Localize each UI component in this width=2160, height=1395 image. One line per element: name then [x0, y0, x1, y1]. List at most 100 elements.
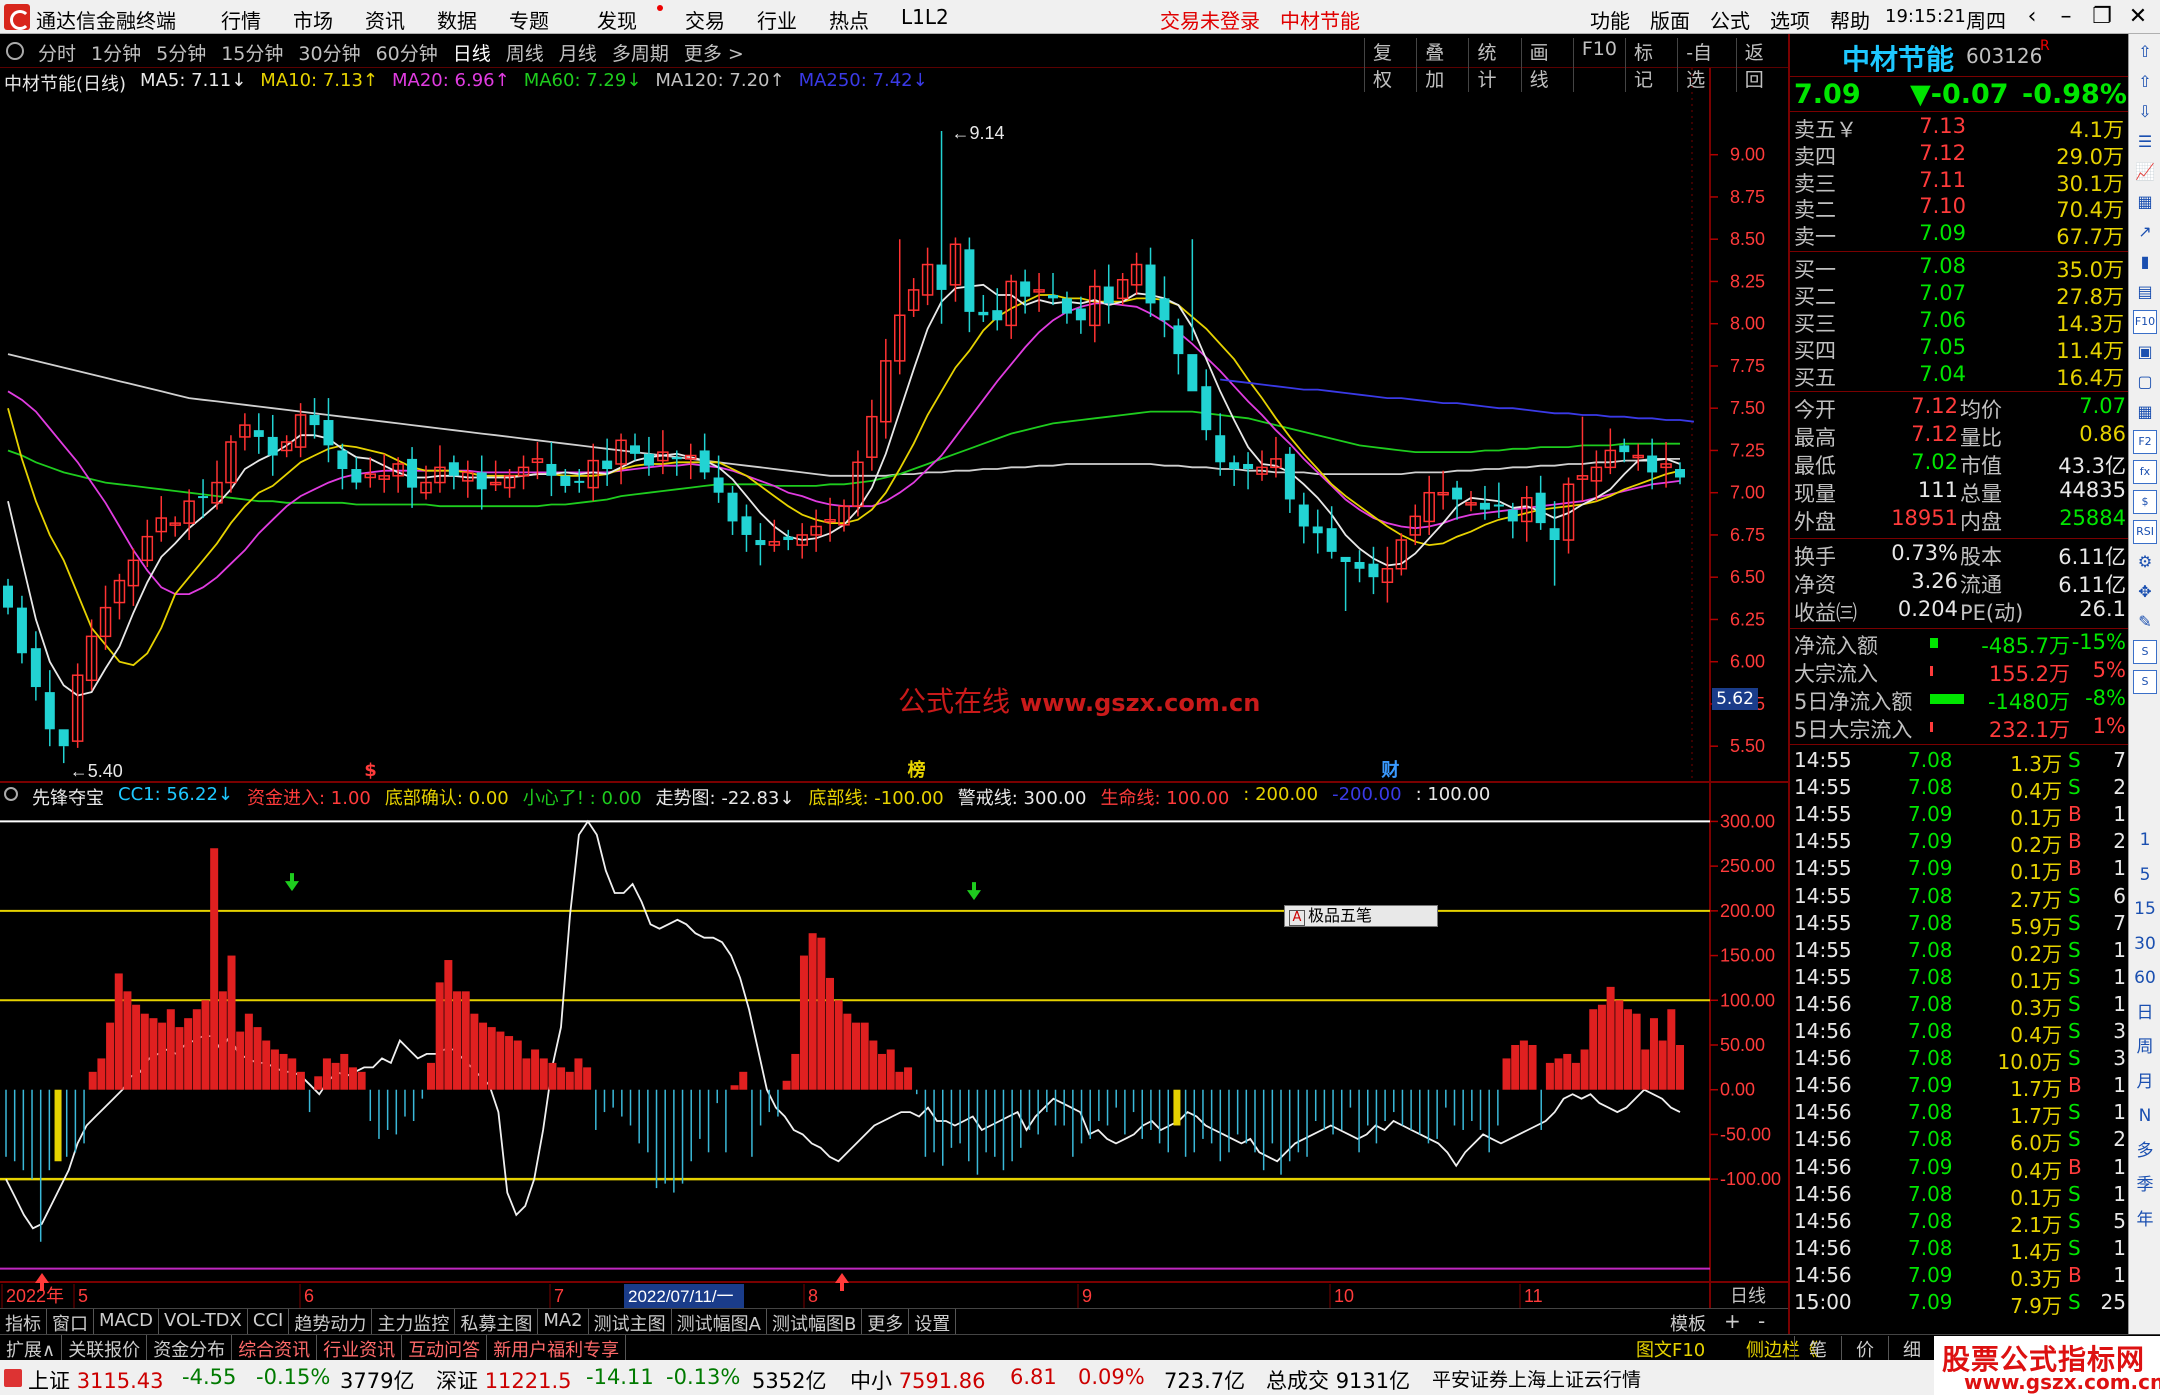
s-icon[interactable]: S — [2133, 670, 2157, 694]
box-icon[interactable]: ▢ — [2133, 370, 2157, 394]
period-shortcut[interactable]: N — [2133, 1104, 2157, 1128]
menu-trade[interactable]: 交易 — [669, 5, 741, 34]
table-icon[interactable]: ▦ — [2133, 400, 2157, 424]
menu-discover[interactable]: 发现 — [565, 5, 669, 34]
period-tab[interactable]: 60分钟 — [376, 39, 438, 66]
list-icon[interactable]: ☰ — [2133, 130, 2157, 154]
menu-news[interactable]: 资讯 — [349, 5, 421, 34]
indicator-name[interactable]: 先锋夺宝 — [32, 784, 104, 810]
trend-icon[interactable]: ↗ — [2133, 220, 2157, 244]
period-shortcut[interactable]: 多 — [2133, 1139, 2157, 1163]
indicator-tab[interactable]: 测试主图 — [589, 1309, 672, 1337]
indicator-tab[interactable]: 私募主图 — [455, 1309, 539, 1337]
menu-industry[interactable]: 行业 — [741, 5, 813, 34]
indicator-tab[interactable]: 窗口 — [47, 1309, 94, 1337]
extension-tab[interactable]: 行业资讯 — [317, 1335, 403, 1363]
period-tab[interactable]: 5分钟 — [156, 39, 206, 66]
tab-ticks[interactable]: 笔 — [1794, 1336, 1841, 1362]
add-pane-button[interactable]: + — [1724, 1309, 1741, 1333]
extension-tab[interactable]: 互动问答 — [402, 1335, 488, 1363]
minimize-icon[interactable]: – — [2050, 2, 2082, 32]
bid-row[interactable]: 买五 7.04 16.4万 — [1790, 362, 2130, 390]
f10-graphic-button[interactable]: 图文F10 — [1636, 1336, 1705, 1362]
period-shortcut[interactable]: 5 — [2133, 863, 2157, 887]
bid-row[interactable]: 买一 7.08 35.0万 — [1790, 254, 2130, 282]
bid-row[interactable]: 买四 7.05 11.4万 — [1790, 335, 2130, 363]
doc-icon[interactable]: ▤ — [2133, 280, 2157, 304]
period-shortcut[interactable]: 30 — [2133, 932, 2157, 956]
menu-market-quote[interactable]: 行情 — [205, 5, 277, 34]
indicator-tab[interactable]: MA2 — [538, 1309, 589, 1337]
menu-function[interactable]: 功能 — [1580, 5, 1640, 34]
ask-row[interactable]: 卖二 7.10 70.4万 — [1790, 194, 2130, 222]
indicator-tab[interactable]: MACD — [94, 1309, 159, 1337]
period-tab[interactable]: 1分钟 — [91, 39, 141, 66]
indicator-tab[interactable]: 指标 — [0, 1309, 47, 1337]
menu-layout[interactable]: 版面 — [1640, 5, 1700, 34]
extension-tab[interactable]: 扩展∧ — [0, 1335, 63, 1363]
menu-topics[interactable]: 专题 — [493, 5, 565, 34]
grid-icon[interactable]: ▦ — [2133, 190, 2157, 214]
period-tab[interactable]: 日线 — [453, 39, 491, 66]
s-icon[interactable]: S — [2133, 640, 2157, 664]
tab-detail[interactable]: 细 — [1888, 1336, 1935, 1362]
calendar-icon[interactable]: ▣ — [2133, 340, 2157, 364]
period-shortcut[interactable]: 周 — [2133, 1035, 2157, 1059]
menu-market[interactable]: 市场 — [277, 5, 349, 34]
money-icon[interactable]: $ — [2133, 490, 2157, 514]
indicator-tab[interactable]: 主力监控 — [372, 1309, 456, 1337]
ime-mode-icon[interactable]: A — [1289, 910, 1305, 926]
fx-icon[interactable]: fx — [2133, 460, 2157, 484]
ask-row[interactable]: 卖四 7.12 29.0万 — [1790, 141, 2130, 169]
menu-l1l2[interactable]: L1L2 — [885, 5, 965, 34]
broker-server[interactable]: 平安证券上海上证云行情 — [1432, 1365, 1641, 1392]
chart-icon[interactable]: 📈 — [2133, 160, 2157, 184]
up-arrow-icon[interactable]: ⇧ — [2133, 70, 2157, 94]
f2-icon[interactable]: F2 — [2133, 430, 2157, 454]
cycle-icon[interactable] — [6, 42, 24, 60]
down-arrow-icon[interactable]: ⇩ — [2133, 100, 2157, 124]
indicator-tab[interactable]: 测试幅图A — [672, 1309, 767, 1337]
indicator-tab[interactable]: 测试幅图B — [767, 1309, 863, 1337]
period-shortcut[interactable]: 日 — [2133, 1001, 2157, 1025]
indicator-tab[interactable]: 趋势动力 — [289, 1309, 373, 1337]
menu-options[interactable]: 选项 — [1760, 5, 1820, 34]
template-button[interactable]: 模板 — [1670, 1310, 1706, 1336]
indicator-tab[interactable]: CCI — [248, 1309, 290, 1337]
period-tab[interactable]: 多周期 — [612, 39, 669, 66]
period-tab[interactable]: 更多 > — [684, 39, 744, 66]
period-tab[interactable]: 月线 — [559, 39, 597, 66]
period-shortcut[interactable]: 15 — [2133, 897, 2157, 921]
index-zx[interactable]: 中小 7591.86 — [850, 1365, 986, 1395]
menu-hot[interactable]: 热点 — [813, 5, 885, 34]
f10-icon[interactable]: F10 — [2133, 310, 2157, 334]
move-icon[interactable]: ✥ — [2133, 580, 2157, 604]
extension-tab[interactable]: 关联报价 — [62, 1335, 148, 1363]
period-tab[interactable]: 15分钟 — [221, 39, 283, 66]
up-arrow-icon[interactable]: ⇧ — [2133, 40, 2157, 64]
indicator-settings-icon[interactable] — [4, 787, 18, 801]
back-arrow-icon[interactable]: ‹ — [2016, 2, 2048, 32]
index-sh[interactable]: 上证 3115.43 — [28, 1365, 164, 1395]
indicator-tab[interactable]: 更多 — [862, 1309, 910, 1337]
index-sz[interactable]: 深证 11221.5 — [436, 1365, 572, 1395]
bid-row[interactable]: 买二 7.07 27.8万 — [1790, 281, 2130, 309]
ask-row[interactable]: 卖五￥ 7.13 4.1万 — [1790, 114, 2130, 142]
period-shortcut[interactable]: 60 — [2133, 966, 2157, 990]
restore-icon[interactable]: ❐ — [2086, 2, 2118, 32]
close-icon[interactable]: ✕ — [2122, 2, 2154, 32]
extension-tab[interactable]: 新用户福利专享 — [487, 1335, 627, 1363]
gear-icon[interactable]: ⚙ — [2133, 550, 2157, 574]
pen-icon[interactable]: ✎ — [2133, 610, 2157, 634]
candle-icon[interactable]: ▮ — [2133, 250, 2157, 274]
quote-stock-name[interactable]: 中材节能 — [1842, 38, 1954, 78]
ime-toolbox[interactable]: A 极品五笔 — [1284, 905, 1438, 927]
menu-data[interactable]: 数据 — [421, 5, 493, 34]
tab-price[interactable]: 价 — [1841, 1336, 1888, 1362]
indicator-tab[interactable]: 设置 — [909, 1309, 957, 1337]
period-shortcut[interactable]: 季 — [2133, 1173, 2157, 1197]
menu-help[interactable]: 帮助 — [1820, 5, 1880, 34]
period-tab[interactable]: 周线 — [506, 39, 544, 66]
period-tab[interactable]: 30分钟 — [298, 39, 360, 66]
ask-row[interactable]: 卖一 7.09 67.7万 — [1790, 221, 2130, 249]
